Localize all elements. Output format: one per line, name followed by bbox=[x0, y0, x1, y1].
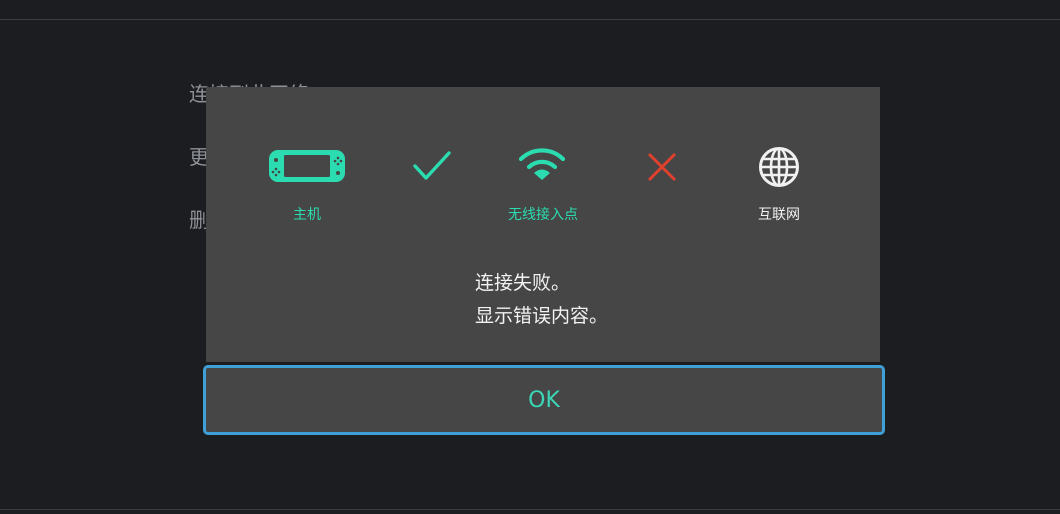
connection-path: 主机 无线接入点 互联网 bbox=[206, 87, 880, 227]
ok-button[interactable]: OK bbox=[203, 365, 885, 435]
top-divider bbox=[0, 19, 1060, 20]
switch-console-icon bbox=[268, 149, 346, 183]
error-message-line1: 连接失败。 bbox=[475, 272, 571, 294]
checkmark-icon bbox=[412, 149, 452, 183]
bottom-divider bbox=[0, 509, 1060, 510]
error-message-line2: 显示错误内容。 bbox=[475, 305, 609, 327]
wifi-icon bbox=[518, 145, 566, 185]
cross-icon bbox=[646, 151, 678, 183]
connection-error-dialog: 主机 无线接入点 互联网 连接失败。 显示错误内容。 bbox=[206, 87, 880, 362]
console-label: 主机 bbox=[293, 207, 321, 223]
globe-icon bbox=[758, 146, 800, 188]
access-point-label: 无线接入点 bbox=[508, 207, 578, 223]
error-message: 连接失败。 显示错误内容。 bbox=[475, 267, 608, 333]
network-connection-screen: 连接到此网络 更 删 bbox=[0, 0, 1060, 514]
internet-label: 互联网 bbox=[758, 207, 800, 223]
